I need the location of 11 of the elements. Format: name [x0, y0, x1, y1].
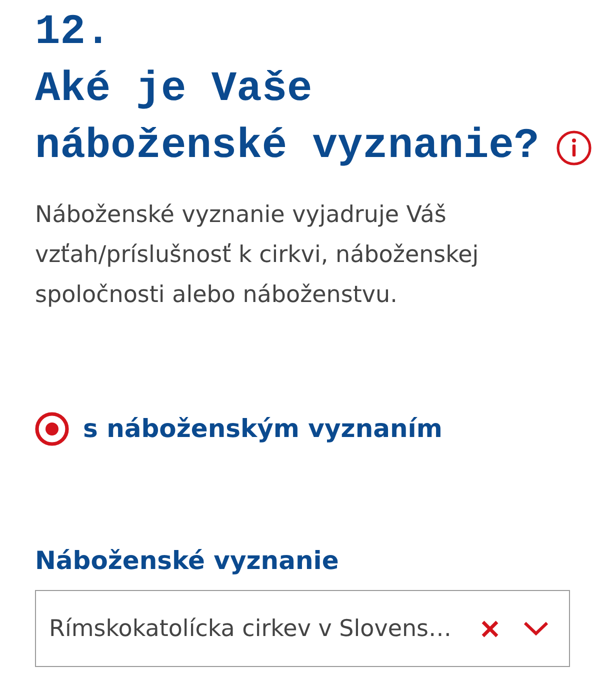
question-title: Aké je Vaše náboženské vyznanie? — [35, 64, 540, 172]
question-number: 12. — [35, 7, 111, 58]
chevron-down-icon[interactable] — [523, 621, 549, 636]
select-label: Náboženské vyznanie — [35, 545, 339, 577]
clear-icon[interactable] — [481, 620, 499, 638]
select-field[interactable]: Rímskokatolícka cirkev v Slovens… — [35, 590, 570, 667]
option-label[interactable]: s náboženským vyznaním — [83, 411, 442, 447]
radio-button[interactable] — [35, 412, 69, 446]
info-icon[interactable] — [556, 130, 592, 166]
select-value: Rímskokatolícka cirkev v Slovens… — [49, 616, 452, 642]
question-description: Náboženské vyznanie vyjadruje Váš vzťah/príslušnosť k cirkvi, náboženskej spoločnosti alebo náboženstvu. — [35, 201, 480, 310]
